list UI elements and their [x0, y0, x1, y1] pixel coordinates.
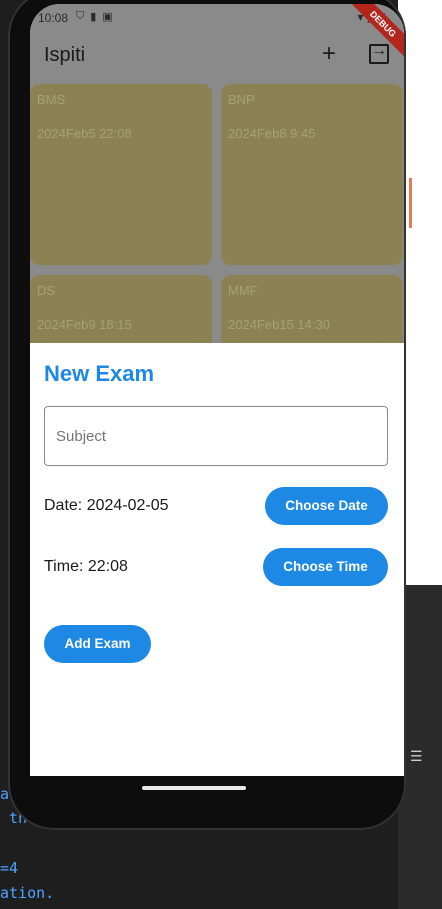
ide-menu-icon[interactable]: ☰	[410, 748, 428, 766]
add-exam-button[interactable]: Add Exam	[44, 625, 151, 663]
exam-card[interactable]: BMS 2024Feb5 22:08	[30, 84, 212, 265]
exam-card[interactable]: BNP 2024Feb8 9:45	[221, 84, 403, 265]
sim-icon: ▮	[90, 11, 97, 23]
new-exam-sheet: New Exam Date: 2024-02-05 Choose Date Ti…	[30, 343, 404, 776]
sheet-title: New Exam	[44, 361, 155, 386]
time-label: Time: 22:08	[44, 558, 128, 575]
background-scrim[interactable]: 10:08 ⛉ ▮ ▣ ▾ ◢ ▮ DEBUG Ispiti +	[30, 4, 404, 395]
gesture-nav-handle[interactable]	[142, 786, 246, 790]
logout-icon[interactable]	[369, 42, 389, 64]
shield-icon: ⛉	[76, 10, 85, 22]
status-notification-icons: ⛉ ▮ ▣	[76, 10, 113, 23]
status-bar: 10:08 ⛉ ▮ ▣ ▾ ◢ ▮ DEBUG	[30, 4, 404, 62]
code-line: ation.	[0, 884, 55, 902]
date-label: Date: 2024-02-05	[44, 497, 169, 514]
app-bar: Ispiti +	[30, 34, 404, 80]
phone-screen: 10:08 ⛉ ▮ ▣ ▾ ◢ ▮ DEBUG Ispiti +	[30, 4, 404, 776]
a-icon: ▣	[102, 11, 113, 23]
add-icon[interactable]: +	[322, 42, 346, 66]
exam-date: 2024Feb5 22:08	[37, 126, 132, 141]
exam-date: 2024Feb9 18:15	[37, 317, 132, 332]
app-title: Ispiti	[44, 44, 86, 66]
exam-name: MMF	[228, 283, 258, 298]
exam-name: BNP	[228, 92, 255, 107]
choose-date-button[interactable]: Choose Date	[265, 487, 388, 525]
exam-date: 2024Feb15 14:30	[228, 317, 330, 332]
subject-input[interactable]	[44, 406, 388, 466]
code-line: =4	[0, 859, 19, 877]
exam-date: 2024Feb8 9:45	[228, 126, 316, 141]
ide-accent-bar	[409, 178, 412, 228]
exam-name: DS	[37, 283, 56, 298]
phone-frame: 10:08 ⛉ ▮ ▣ ▾ ◢ ▮ DEBUG Ispiti +	[8, 0, 406, 830]
choose-time-button[interactable]: Choose Time	[263, 548, 388, 586]
exam-name: BMS	[37, 92, 66, 107]
status-time: 10:08	[38, 11, 69, 25]
